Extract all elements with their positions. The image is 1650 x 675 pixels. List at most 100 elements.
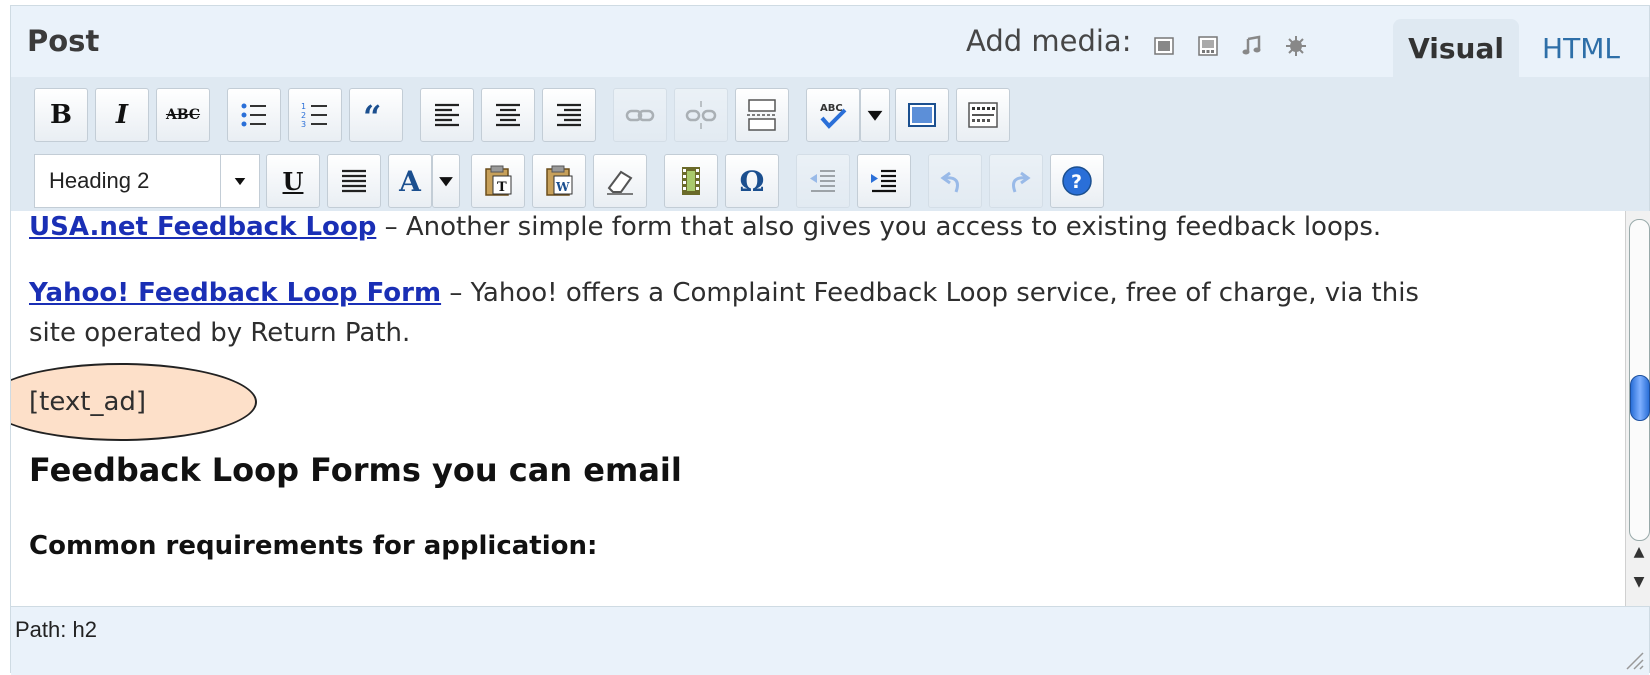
outdent-button[interactable] <box>796 154 850 208</box>
italic-icon: I <box>115 100 129 130</box>
post-title: Post <box>27 24 100 58</box>
fullscreen-icon <box>908 103 936 127</box>
paragraph-text: – Another simple form that also gives yo… <box>376 212 1382 242</box>
numbered-list-button[interactable]: 123 <box>288 88 342 142</box>
paste-text-icon: T <box>485 165 512 196</box>
paste-text-button[interactable]: T <box>471 154 525 208</box>
eraser-icon <box>607 170 633 195</box>
vertical-scrollbar[interactable]: ▲ ▼ <box>1625 211 1650 606</box>
redo-icon <box>1012 171 1031 193</box>
yahoo-feedback-link[interactable]: Yahoo! Feedback Loop Form <box>29 278 441 308</box>
paragraph-usanet: USA.net Feedback Loop – Another simple f… <box>29 211 1381 247</box>
svg-text:W: W <box>555 180 570 194</box>
align-right-button[interactable] <box>542 88 596 142</box>
text-color-dropdown[interactable] <box>432 154 460 208</box>
tab-visual[interactable]: Visual <box>1393 19 1519 77</box>
more-tag-button[interactable] <box>735 88 789 142</box>
help-button[interactable]: ? <box>1050 154 1104 208</box>
undo-icon <box>940 171 959 193</box>
other-media-icon[interactable] <box>1285 30 1307 56</box>
svg-text:1: 1 <box>301 102 306 111</box>
tab-html[interactable]: HTML <box>1531 19 1631 77</box>
editor-header: Post Add media: Visual HTML <box>11 6 1649 77</box>
indent-icon <box>871 169 896 193</box>
spellcheck-button[interactable]: ABC <box>806 88 860 142</box>
svg-text:?: ? <box>1071 171 1082 193</box>
svg-text:3: 3 <box>301 120 306 129</box>
remove-format-button[interactable] <box>593 154 647 208</box>
text-color-icon: A <box>399 164 421 198</box>
svg-text:ABC: ABC <box>820 103 843 114</box>
format-select-value: Heading 2 <box>49 168 150 193</box>
kitchen-sink-icon <box>968 102 998 128</box>
resize-grip-icon[interactable] <box>1621 647 1645 671</box>
element-path: Path: h2 <box>15 617 97 642</box>
special-char-button[interactable]: Ω <box>725 154 779 208</box>
fullscreen-button[interactable] <box>895 88 949 142</box>
gallery-icon[interactable] <box>1197 30 1219 56</box>
link-button[interactable] <box>613 88 667 142</box>
audio-icon[interactable] <box>1241 30 1263 55</box>
unlink-button[interactable] <box>674 88 728 142</box>
underline-icon: U <box>282 166 304 196</box>
svg-text:2: 2 <box>301 111 306 120</box>
align-left-button[interactable] <box>420 88 474 142</box>
add-media-label: Add media: <box>966 24 1132 58</box>
align-center-icon <box>496 103 520 127</box>
blockquote-icon: “ <box>363 98 381 132</box>
scroll-thumb[interactable] <box>1630 375 1650 421</box>
chevron-down-icon <box>867 110 883 121</box>
bold-icon: B <box>50 100 72 130</box>
bullet-list-button[interactable] <box>227 88 281 142</box>
insert-media-button[interactable] <box>664 154 718 208</box>
blockquote-button[interactable]: “ <box>349 88 403 142</box>
usanet-feedback-link[interactable]: USA.net Feedback Loop <box>29 212 376 242</box>
image-icon[interactable] <box>1153 30 1175 55</box>
link-icon <box>625 109 655 122</box>
numbered-list-icon: 123 <box>301 102 327 129</box>
unlink-icon <box>685 101 717 129</box>
svg-text:“: “ <box>363 98 381 132</box>
justify-button[interactable] <box>327 154 381 208</box>
align-center-button[interactable] <box>481 88 535 142</box>
paste-word-icon: W <box>546 165 573 196</box>
more-tag-icon <box>747 99 777 131</box>
format-select[interactable]: Heading 2 <box>34 154 260 208</box>
content-subheading: Common requirements for application: <box>29 531 598 561</box>
align-right-icon <box>557 103 581 127</box>
post-editor: Post Add media: Visual HTML B I ABC 1 2 … <box>10 5 1650 675</box>
add-media: Add media: <box>966 24 1307 58</box>
justify-icon <box>342 169 366 193</box>
italic-button[interactable]: I <box>95 88 149 142</box>
content-heading: Feedback Loop Forms you can email <box>29 451 682 489</box>
chevron-down-icon <box>220 155 259 207</box>
strikethrough-button[interactable]: ABC <box>156 88 210 142</box>
svg-text:T: T <box>497 180 507 195</box>
bullet-list-icon <box>241 103 266 127</box>
special-char-icon: Ω <box>739 164 765 198</box>
status-bar: Path: h2 <box>11 606 1649 675</box>
strikethrough-icon: ABC <box>165 107 201 123</box>
editor-toolbar: B I ABC 123 “ ABC Heading 2 U A T W Ω ? <box>11 77 1649 211</box>
paragraph-text: – Yahoo! offers a Complaint Feedback Loo… <box>441 278 1419 308</box>
paste-word-button[interactable]: W <box>532 154 586 208</box>
help-icon: ? <box>1062 166 1092 196</box>
kitchen-sink-button[interactable] <box>956 88 1010 142</box>
text-color-button[interactable]: A <box>388 154 432 208</box>
indent-button[interactable] <box>857 154 911 208</box>
redo-button[interactable] <box>989 154 1043 208</box>
paragraph-yahoo: Yahoo! Feedback Loop Form – Yahoo! offer… <box>29 273 1419 353</box>
chevron-down-icon <box>439 177 453 187</box>
scroll-up-icon[interactable]: ▲ <box>1632 545 1646 559</box>
paragraph-text-cont: site operated by Return Path. <box>29 318 411 348</box>
shortcode-text: [text_ad] <box>29 387 147 417</box>
scroll-down-icon[interactable]: ▼ <box>1632 575 1646 589</box>
spellcheck-icon: ABC <box>820 103 847 129</box>
undo-button[interactable] <box>928 154 982 208</box>
spellcheck-dropdown[interactable] <box>860 88 890 142</box>
bold-button[interactable]: B <box>34 88 88 142</box>
align-left-icon <box>435 103 459 127</box>
editor-content[interactable]: USA.net Feedback Loop – Another simple f… <box>11 211 1625 606</box>
outdent-icon <box>810 170 835 192</box>
underline-button[interactable]: U <box>266 154 320 208</box>
